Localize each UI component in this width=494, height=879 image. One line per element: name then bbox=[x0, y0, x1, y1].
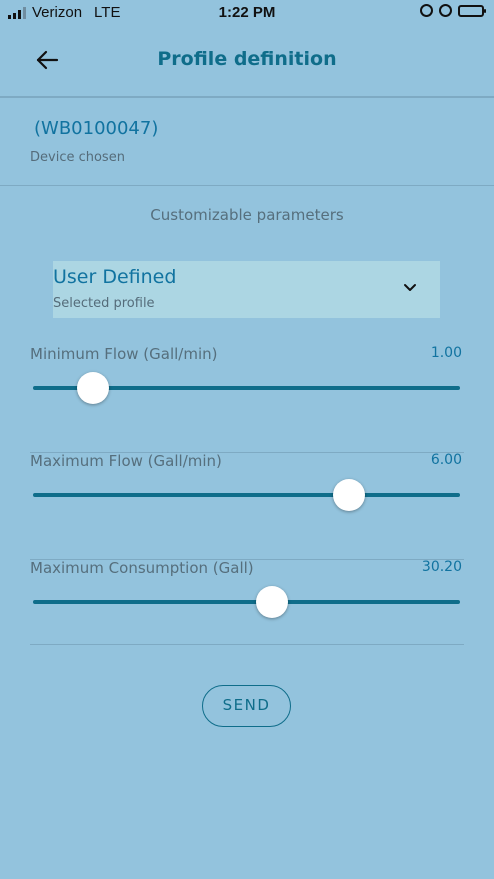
minimum-flow-slider[interactable] bbox=[33, 372, 460, 404]
slider-thumb[interactable] bbox=[76, 372, 109, 404]
maximum-consumption-slider[interactable] bbox=[33, 586, 460, 618]
orientation-lock-icon bbox=[420, 4, 433, 17]
slider-thumb[interactable] bbox=[332, 479, 365, 511]
device-section: (WB0100047) Device chosen bbox=[0, 98, 494, 186]
profile-dropdown[interactable]: User Defined Selected profile bbox=[53, 261, 440, 318]
header: Profile definition bbox=[0, 26, 494, 98]
profile-dropdown-value: User Defined bbox=[53, 266, 177, 288]
status-right bbox=[420, 4, 486, 17]
maximum-flow-slider[interactable] bbox=[33, 479, 460, 511]
param-label: Maximum Consumption (Gall) bbox=[30, 559, 254, 577]
param-label: Minimum Flow (Gall/min) bbox=[30, 345, 218, 363]
param-maximum-consumption: Maximum Consumption (Gall) 30.20 bbox=[30, 559, 464, 645]
alarm-icon bbox=[439, 4, 452, 17]
device-caption: Device chosen bbox=[30, 150, 125, 165]
battery-icon bbox=[458, 4, 486, 17]
param-minimum-flow: Minimum Flow (Gall/min) 1.00 bbox=[30, 345, 464, 453]
page-title: Profile definition bbox=[157, 48, 337, 70]
status-bar: Verizon LTE 1:22 PM bbox=[0, 0, 494, 26]
section-title: Customizable parameters bbox=[150, 206, 344, 224]
param-label: Maximum Flow (Gall/min) bbox=[30, 452, 222, 470]
param-value: 6.00 bbox=[430, 452, 462, 468]
chevron-down-icon bbox=[404, 284, 416, 291]
slider-thumb[interactable] bbox=[256, 586, 289, 618]
param-maximum-flow: Maximum Flow (Gall/min) 6.00 bbox=[30, 452, 464, 560]
param-value: 1.00 bbox=[430, 345, 462, 361]
param-value: 30.20 bbox=[421, 559, 462, 575]
send-button[interactable]: SEND bbox=[202, 685, 291, 727]
profile-dropdown-caption: Selected profile bbox=[53, 296, 155, 311]
device-id: (WB0100047) bbox=[34, 118, 159, 139]
